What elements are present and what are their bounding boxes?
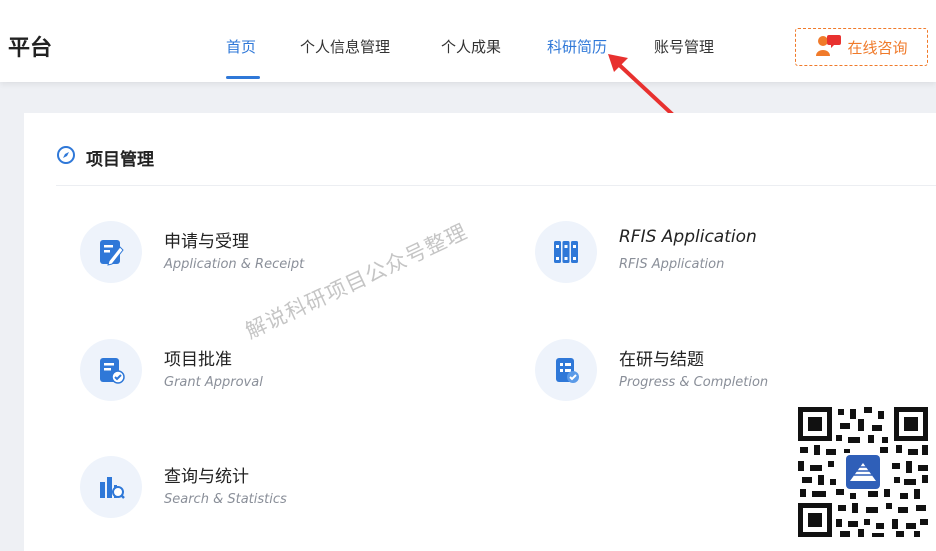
nav-research-cv[interactable]: 科研简历	[547, 36, 607, 57]
panel-title: 项目管理	[86, 150, 154, 170]
card-title: RFIS Application	[619, 227, 757, 247]
consult-person-icon	[815, 33, 842, 61]
card-title: 项目批准	[164, 350, 232, 370]
panel-header: 项目管理	[56, 145, 154, 170]
nav-personal-info[interactable]: 个人信息管理	[300, 36, 390, 57]
card-grant-approval[interactable]: 项目批准 Grant Approval	[80, 339, 410, 409]
card-subtitle: RFIS Application	[619, 257, 725, 272]
card-search-statistics[interactable]: 查询与统计 Search & Statistics	[80, 456, 410, 526]
card-subtitle: Grant Approval	[164, 375, 263, 390]
card-title: 查询与统计	[164, 467, 249, 487]
brand-title: 平台	[8, 36, 53, 61]
divider	[56, 185, 936, 186]
compass-icon	[56, 145, 76, 170]
search-chart-icon	[80, 456, 142, 518]
annotation-arrow-icon	[608, 54, 674, 116]
card-subtitle: Search & Statistics	[164, 492, 287, 507]
consult-label: 在线咨询	[847, 38, 908, 57]
nav-home[interactable]: 首页	[226, 36, 256, 57]
card-title: 申请与受理	[164, 232, 249, 252]
nav-active-indicator	[226, 76, 260, 79]
progress-checklist-icon	[535, 339, 597, 401]
top-navigation-bar: 平台 首页 个人信息管理 个人成果 科研简历 账号管理 在线咨询	[0, 0, 936, 82]
approval-document-icon	[80, 339, 142, 401]
card-rfis-application[interactable]: RFIS Application RFIS Application	[535, 221, 865, 291]
qr-code-icon	[796, 405, 930, 539]
nav-personal-achievements[interactable]: 个人成果	[441, 36, 501, 57]
card-subtitle: Progress & Completion	[619, 375, 769, 390]
card-subtitle: Application & Receipt	[164, 257, 305, 272]
edit-form-icon	[80, 221, 142, 283]
card-progress-completion[interactable]: 在研与结题 Progress & Completion	[535, 339, 865, 409]
card-title: 在研与结题	[619, 350, 704, 370]
online-consult-button[interactable]: 在线咨询	[795, 28, 928, 66]
archive-binder-icon	[535, 221, 597, 283]
